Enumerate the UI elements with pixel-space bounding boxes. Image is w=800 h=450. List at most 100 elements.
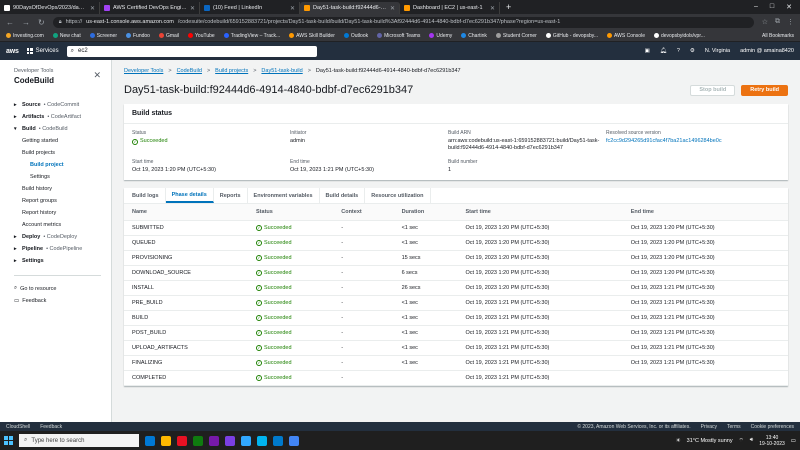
sidebar-item[interactable]: Report history xyxy=(0,207,111,219)
tab-phase-details[interactable]: Phase details xyxy=(165,188,214,204)
sidebar-item[interactable]: Build history xyxy=(0,183,111,195)
browser-tab[interactable]: Dashboard | EC2 | us-east-1 ✕ xyxy=(400,2,500,14)
sidebar-title[interactable]: CodeBuild xyxy=(14,76,103,85)
go-to-resource[interactable]: ⌕ Go to resource xyxy=(0,282,111,295)
sidebar-item[interactable]: ▾ Build • CodeBuild xyxy=(0,123,111,135)
taskbar-app-icon[interactable] xyxy=(241,435,251,446)
terms-link[interactable]: Terms xyxy=(727,424,741,430)
menu-icon[interactable]: ⋮ xyxy=(787,18,794,26)
sidebar-item[interactable]: Build project xyxy=(0,159,111,171)
breadcrumb-link[interactable]: Day51-task-build xyxy=(261,68,302,74)
account-menu[interactable]: admin @ amaina8420 xyxy=(740,48,794,54)
bell-icon[interactable]: 🔔︎ xyxy=(660,48,667,54)
close-icon[interactable]: ✕ xyxy=(93,70,101,81)
breadcrumb-link[interactable]: Developer Tools xyxy=(124,68,163,74)
notifications-icon[interactable]: ▭ xyxy=(791,438,796,444)
privacy-link[interactable]: Privacy xyxy=(701,424,717,430)
bookmark-item[interactable]: Gmail xyxy=(158,33,179,39)
bookmark-item[interactable]: Microsoft Teams xyxy=(377,33,420,39)
tab-close-icon[interactable]: ✕ xyxy=(390,5,395,12)
cloudshell-icon[interactable]: ▣ xyxy=(645,48,650,54)
taskbar-app-icon[interactable] xyxy=(145,435,155,446)
taskbar-app-icon[interactable] xyxy=(289,435,299,446)
status-field-value[interactable]: fc2cc9d294265d91cfac4f7ba21ac1496284be0c xyxy=(606,138,764,145)
browser-tab[interactable]: (10) Feed | LinkedIn ✕ xyxy=(200,2,300,14)
bookmark-item[interactable]: AWS Skill Builder xyxy=(289,33,335,39)
aws-logo[interactable]: aws xyxy=(6,48,19,55)
bookmark-item[interactable]: Fundoo xyxy=(126,33,150,39)
minimize-icon[interactable]: – xyxy=(754,3,758,11)
sidebar-item[interactable]: Account metrics xyxy=(0,219,111,231)
sidebar-item[interactable]: ▸ Settings xyxy=(0,255,111,267)
sidebar-item[interactable]: Settings xyxy=(0,171,111,183)
tab-build-details[interactable]: Build details xyxy=(320,188,366,204)
weather[interactable]: 31°C Mostly sunny xyxy=(687,438,733,444)
star-icon[interactable]: ☆ xyxy=(762,18,768,26)
taskbar-app-icon[interactable] xyxy=(273,435,283,446)
sidebar-feedback[interactable]: ▭ Feedback xyxy=(0,295,111,307)
region-selector[interactable]: N. Virginia xyxy=(705,48,730,54)
sidebar-item[interactable]: Getting started xyxy=(0,135,111,147)
bookmark-item[interactable]: Outlook xyxy=(343,33,368,39)
tab-resource-utilization[interactable]: Resource utilization xyxy=(365,188,431,204)
footer-feedback-link[interactable]: Feedback xyxy=(40,424,62,430)
taskbar-app-icon[interactable] xyxy=(257,435,267,446)
url-field[interactable]: 🔒︎ https://us-east-1.console.aws.amazon.… xyxy=(52,16,754,28)
bookmark-item[interactable]: YouTube xyxy=(188,33,215,39)
taskbar-app-icon[interactable] xyxy=(161,435,171,446)
bookmark-item[interactable]: GitHub - devopsby... xyxy=(545,33,598,39)
new-tab-button[interactable]: + xyxy=(500,2,517,12)
taskbar-app-icon[interactable] xyxy=(193,435,203,446)
bookmark-item[interactable]: Investing.com xyxy=(6,33,44,39)
browser-tab[interactable]: 90DaysOfDevOps/2023/day51/I ✕ xyxy=(0,2,100,14)
help-icon[interactable]: ? xyxy=(677,48,680,54)
back-icon[interactable]: ← xyxy=(6,18,14,27)
sidebar-item[interactable]: ▸ Deploy • CodeDeploy xyxy=(0,231,111,243)
retry-build-button[interactable]: Retry build xyxy=(741,84,788,96)
stop-build-button[interactable]: Stop build xyxy=(690,84,736,96)
tab-close-icon[interactable]: ✕ xyxy=(490,5,495,12)
extensions-icon[interactable]: ⧉ xyxy=(775,18,780,26)
volume-icon[interactable]: 🔊︎ xyxy=(750,437,753,444)
taskbar-app-icon[interactable] xyxy=(225,435,235,446)
browser-tab[interactable]: Day51-task-build:f92444d6-4914 ✕ xyxy=(300,2,400,14)
sidebar-item[interactable]: ▸ Pipeline • CodePipeline xyxy=(0,243,111,255)
bookmark-item[interactable]: TradingView – Track... xyxy=(223,33,280,39)
tab-environment-variables[interactable]: Environment variables xyxy=(248,188,320,204)
reload-icon[interactable]: ↻ xyxy=(38,18,45,27)
sidebar-item[interactable]: ▸ Artifacts • CodeArtifact xyxy=(0,111,111,123)
sidebar-item[interactable]: ▸ Source • CodeCommit xyxy=(0,99,111,111)
browser-tab[interactable]: AWS Certified DevOps Enginee ✕ xyxy=(100,2,200,14)
aws-search-input[interactable]: ⌕ ec2 xyxy=(66,45,317,57)
sidebar-item[interactable]: Report groups xyxy=(0,195,111,207)
all-bookmarks[interactable]: All Bookmarks xyxy=(762,33,794,39)
cookie-preferences-link[interactable]: Cookie preferences xyxy=(751,424,794,430)
forward-icon[interactable]: → xyxy=(22,18,30,27)
windows-start-icon[interactable] xyxy=(4,436,13,445)
bookmark-item[interactable]: Screener xyxy=(89,33,117,39)
tab-reports[interactable]: Reports xyxy=(214,188,248,204)
taskbar-search[interactable]: ⌕ Type here to search xyxy=(19,434,139,447)
sidebar-kicker[interactable]: Developer Tools xyxy=(14,68,103,74)
bookmark-item[interactable]: AWS Console xyxy=(607,33,645,39)
tab-close-icon[interactable]: ✕ xyxy=(290,5,295,12)
clock[interactable]: 13:40 19-10-2023 xyxy=(759,435,785,447)
tab-build-logs[interactable]: Build logs xyxy=(126,188,166,204)
settings-icon[interactable]: ⚙ xyxy=(690,48,695,54)
taskbar-app-icon[interactable] xyxy=(177,435,187,446)
taskbar-app-icon[interactable] xyxy=(209,435,219,446)
cloudshell-link[interactable]: CloudShell xyxy=(6,424,30,430)
bookmark-item[interactable]: New chat xyxy=(52,33,81,39)
tab-close-icon[interactable]: ✕ xyxy=(190,5,195,12)
bookmark-item[interactable]: devopsbyidols/vpr... xyxy=(653,33,705,39)
maximize-icon[interactable]: □ xyxy=(770,3,774,11)
services-menu[interactable]: Services xyxy=(26,48,59,54)
close-window-icon[interactable]: ✕ xyxy=(786,3,792,11)
bookmark-item[interactable]: Chartink xyxy=(461,33,487,39)
bookmark-item[interactable]: Udemy xyxy=(429,33,452,39)
breadcrumb-link[interactable]: CodeBuild xyxy=(177,68,202,74)
sidebar-item[interactable]: Build projects xyxy=(0,147,111,159)
tab-close-icon[interactable]: ✕ xyxy=(90,5,95,12)
breadcrumb-link[interactable]: Build projects xyxy=(215,68,248,74)
wifi-icon[interactable]: ⌔ xyxy=(739,437,744,444)
